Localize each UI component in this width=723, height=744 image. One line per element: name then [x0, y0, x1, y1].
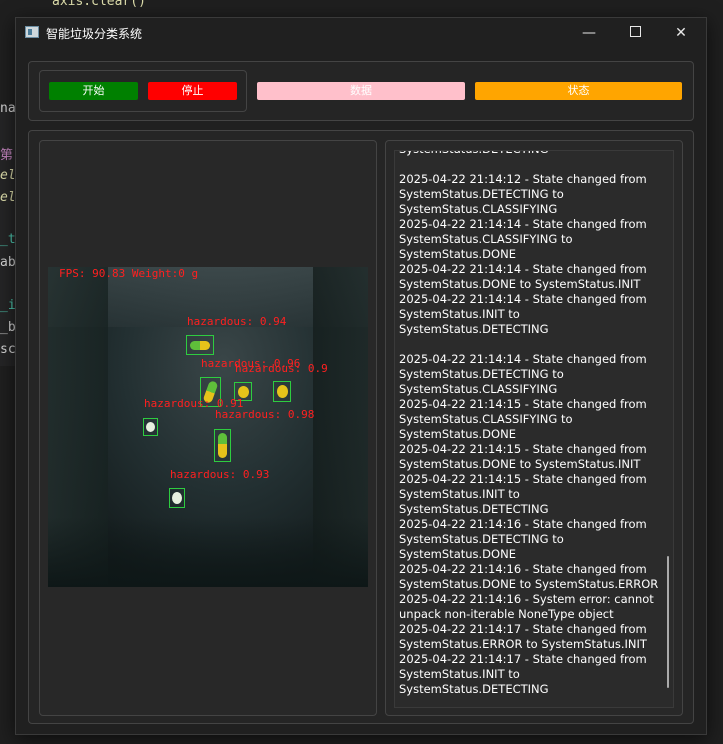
detection-box	[186, 335, 214, 355]
minimize-button[interactable]: —	[566, 18, 612, 48]
editor-fragment: _i	[0, 298, 16, 313]
app-window: 智能垃圾分类系统 — ✕ 开始 停止 数据 状态 FPS: 90.83 Weig…	[15, 17, 707, 735]
start-stop-group: 开始 停止	[39, 70, 247, 112]
editor-fragment: ab	[0, 255, 16, 270]
minimize-icon: —	[582, 25, 596, 41]
main-panel: FPS: 90.83 Weight:0 g hazardous: 0.94 ha…	[28, 130, 694, 724]
editor-code-line: axis.clear()	[52, 0, 146, 9]
start-button[interactable]: 开始	[49, 82, 138, 100]
stop-button[interactable]: 停止	[148, 82, 237, 100]
editor-fragment: _b	[0, 320, 16, 335]
log-panel: SystemStatus.DETECTING 2025-04-22 21:14:…	[385, 140, 683, 716]
detection-label: hazardous: 0.98	[215, 408, 315, 421]
detection-box	[273, 381, 291, 402]
close-icon: ✕	[675, 25, 687, 41]
fps-overlay: FPS: 90.83 Weight:0 g	[59, 267, 199, 280]
control-toolbar: 开始 停止 数据 状态	[28, 61, 694, 121]
app-icon	[25, 26, 39, 38]
detection-box	[169, 488, 185, 508]
maximize-button[interactable]	[612, 18, 658, 48]
battery-object	[172, 492, 182, 504]
log-scrollbar[interactable]	[667, 556, 669, 688]
close-button[interactable]: ✕	[658, 18, 704, 48]
log-text: SystemStatus.DETECTING 2025-04-22 21:14:…	[399, 151, 659, 696]
detection-box	[214, 429, 231, 462]
battery-object	[190, 341, 210, 350]
title-bar[interactable]: 智能垃圾分类系统 — ✕	[16, 18, 706, 48]
detection-label: hazardous: 0.94	[187, 315, 287, 328]
camera-feed: FPS: 90.83 Weight:0 g hazardous: 0.94 ha…	[48, 267, 368, 587]
editor-fragment: _t	[0, 232, 16, 247]
detection-box	[143, 418, 158, 436]
maximize-icon	[629, 26, 641, 37]
status-button[interactable]: 状态	[475, 82, 682, 100]
detection-label: hazardous: 0.93	[170, 468, 270, 481]
data-button[interactable]: 数据	[257, 82, 465, 100]
battery-object	[218, 433, 227, 458]
battery-object	[277, 385, 288, 398]
window-title: 智能垃圾分类系统	[46, 27, 143, 41]
video-panel: FPS: 90.83 Weight:0 g hazardous: 0.94 ha…	[39, 140, 377, 716]
status-log[interactable]: SystemStatus.DETECTING 2025-04-22 21:14:…	[394, 150, 674, 708]
detection-label: hazardous: 0.9	[235, 362, 328, 375]
battery-object	[146, 422, 155, 432]
bin-floor	[48, 517, 368, 587]
editor-fragment: 第	[0, 148, 14, 163]
